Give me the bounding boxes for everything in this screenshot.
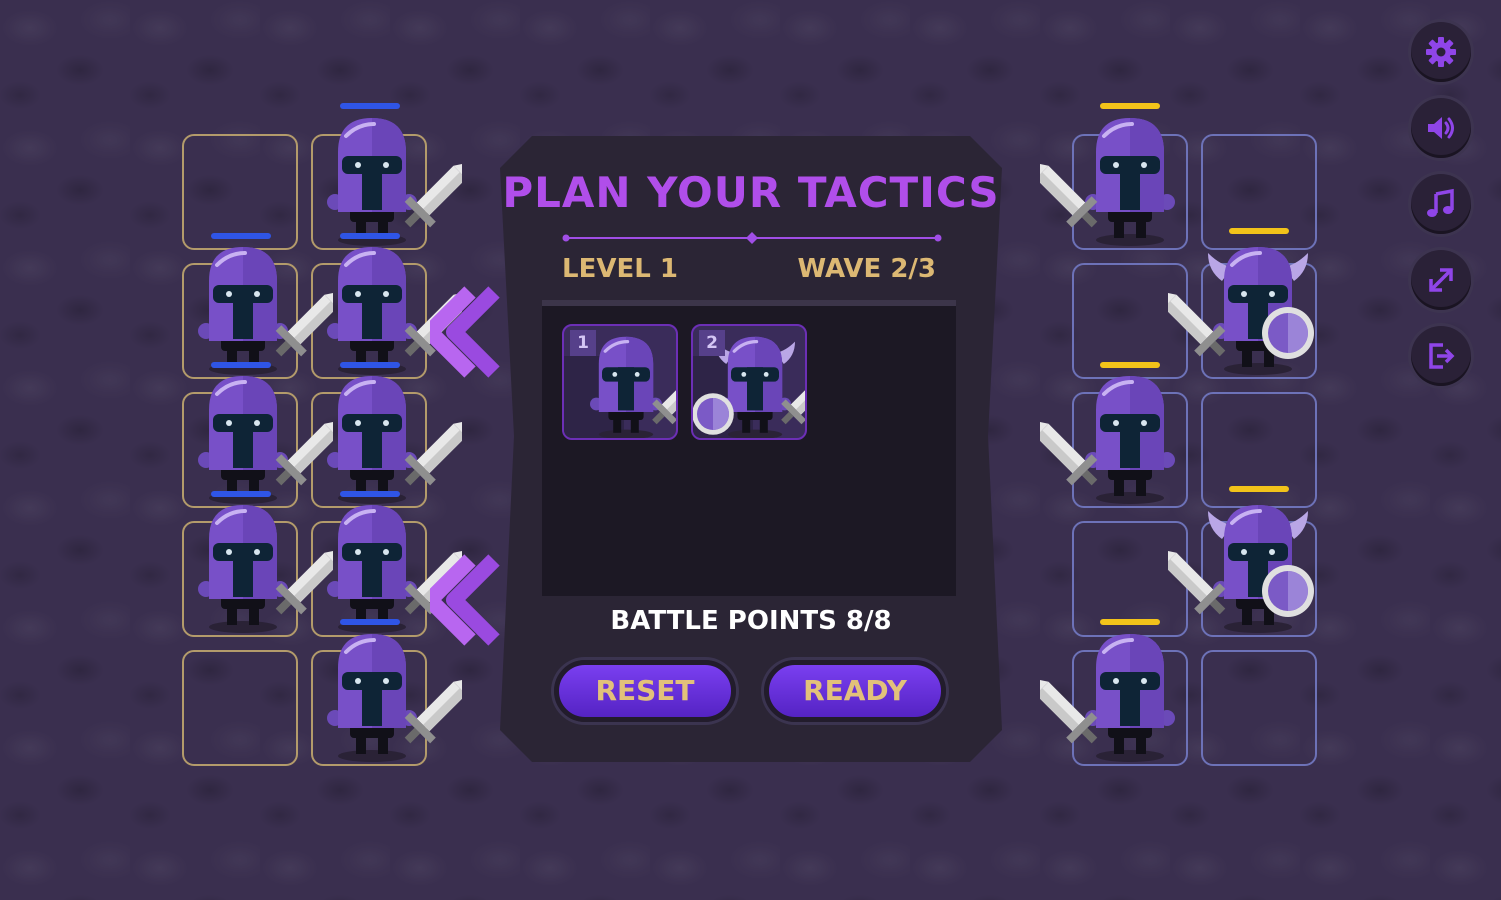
- level-label: LEVEL 1: [562, 254, 678, 284]
- player-hp-bar: [340, 233, 400, 239]
- panel-title: PLAN YOUR TACTICS: [502, 168, 1000, 217]
- speaker-icon: [1428, 117, 1454, 139]
- player-hp-bar: [211, 362, 271, 368]
- ready-button[interactable]: READY: [764, 660, 946, 722]
- exit-icon: [1429, 343, 1455, 369]
- player-knight[interactable]: [183, 370, 354, 510]
- player-hp-bar: [340, 491, 400, 497]
- enemy-viking-knight: [1147, 241, 1318, 381]
- enemy-hp-bar: [1229, 228, 1289, 234]
- unit-card[interactable]: 1: [562, 324, 678, 440]
- enemy-viking-knight: [1147, 499, 1318, 639]
- wave-label: WAVE 2/3: [797, 254, 936, 284]
- player-hp-bar: [340, 619, 400, 625]
- player-slot[interactable]: [182, 650, 298, 766]
- attack-direction-chevron-icon: [430, 286, 500, 378]
- reset-button[interactable]: RESET: [554, 660, 736, 722]
- player-knight[interactable]: [312, 628, 483, 768]
- battle-points: BATTLE POINTS 8/8: [610, 606, 892, 636]
- unit-card[interactable]: 2: [691, 324, 807, 440]
- enemy-knight: [1019, 370, 1190, 510]
- enemy-knight: [1019, 112, 1190, 252]
- player-hp-bar: [211, 233, 271, 239]
- enemy-hp-bar: [1100, 362, 1160, 368]
- enemy-hp-bar: [1229, 486, 1289, 492]
- enemy-hp-bar: [1100, 619, 1160, 625]
- player-hp-bar: [340, 103, 400, 109]
- fullscreen-icon: [1429, 268, 1453, 292]
- exit-button[interactable]: [1411, 326, 1471, 386]
- card-number: 2: [699, 330, 725, 356]
- enemy-knight: [1019, 628, 1190, 768]
- player-knight[interactable]: [312, 112, 483, 252]
- enemy-slot: [1201, 650, 1317, 766]
- card-number: 1: [570, 330, 596, 356]
- player-knight[interactable]: [183, 499, 354, 639]
- settings-button[interactable]: [1411, 22, 1471, 82]
- title-divider: [562, 232, 942, 244]
- music-note-icon: [1427, 188, 1454, 217]
- fullscreen-button[interactable]: [1411, 250, 1471, 310]
- player-knight[interactable]: [183, 241, 354, 381]
- player-hp-bar: [340, 362, 400, 368]
- player-hp-bar: [211, 491, 271, 497]
- gear-icon: [1426, 37, 1456, 67]
- music-button[interactable]: [1411, 174, 1471, 234]
- player-knight[interactable]: [312, 370, 483, 510]
- enemy-hp-bar: [1100, 103, 1160, 109]
- attack-direction-chevron-icon: [430, 554, 500, 646]
- sound-button[interactable]: [1411, 98, 1471, 158]
